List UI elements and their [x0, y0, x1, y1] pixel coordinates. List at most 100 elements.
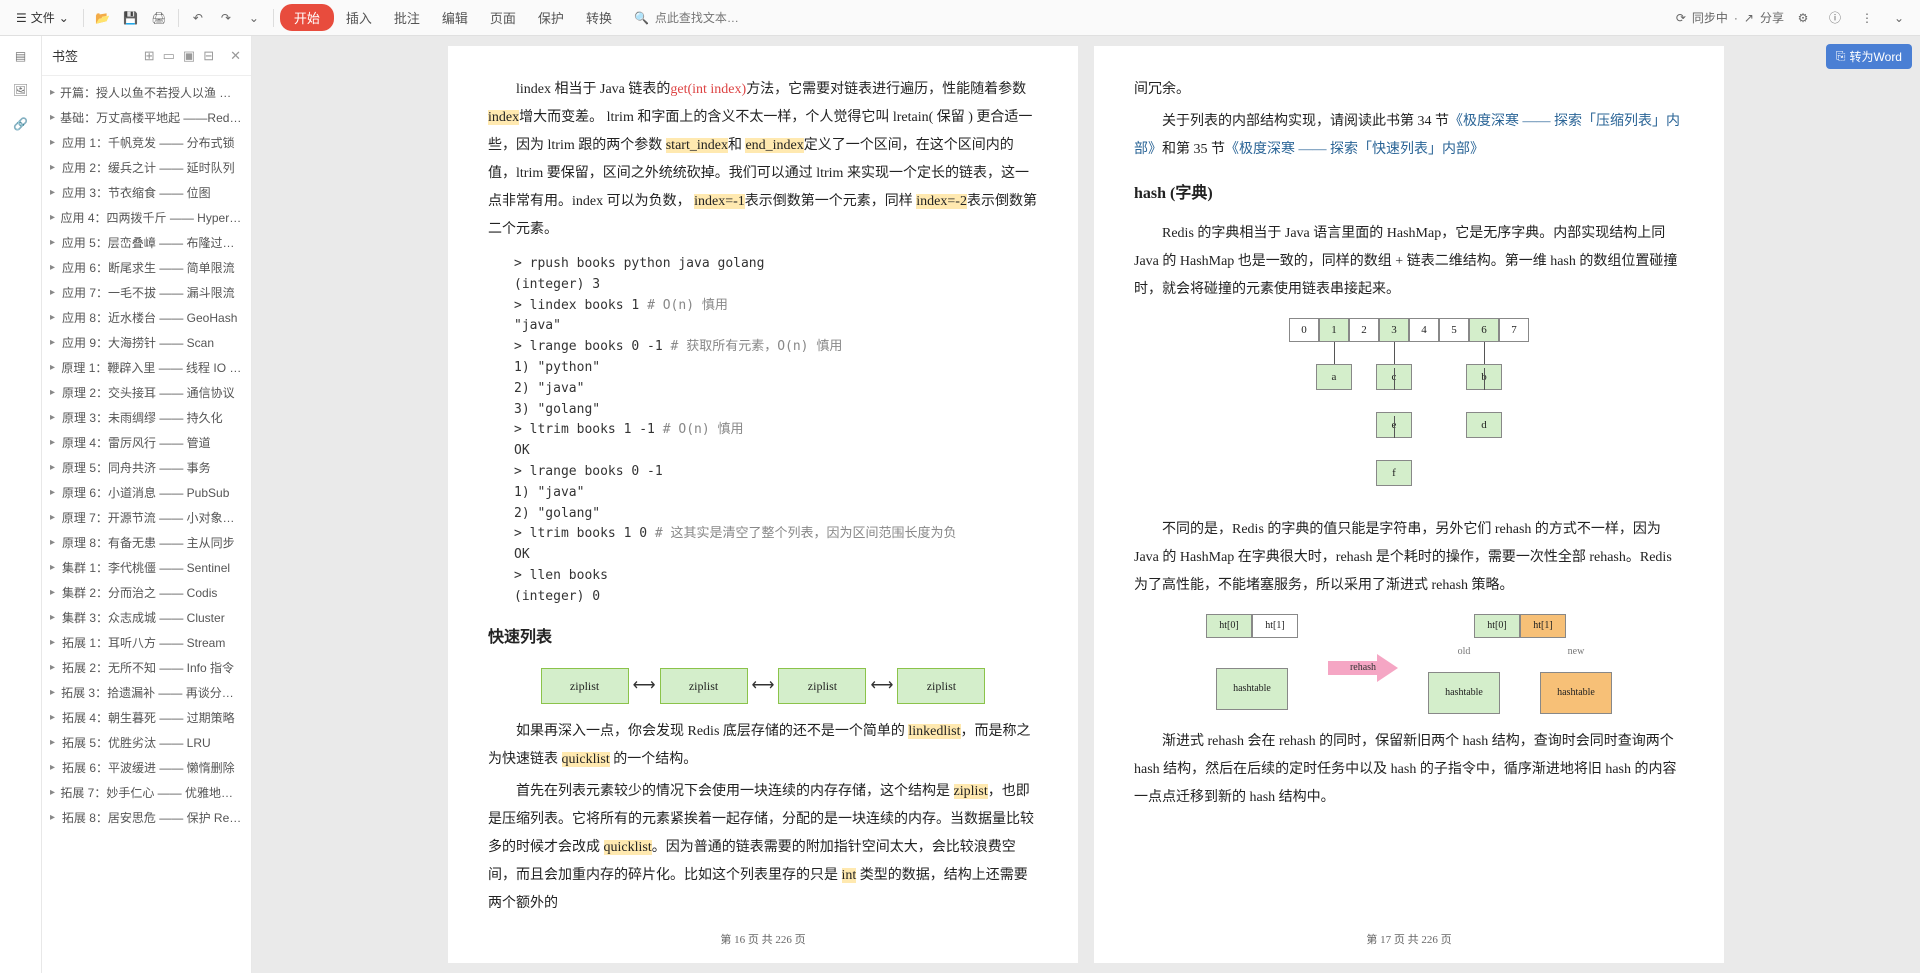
bookmark-item[interactable]: ▸拓展 6：平波缓进 —— 懒惰删除 — [42, 755, 251, 780]
file-label: 文件 — [31, 9, 55, 26]
ziplist-node: ziplist — [778, 668, 866, 704]
file-menu[interactable]: ☰ 文件 ⌄ — [8, 5, 77, 30]
bookmark-item[interactable]: ▸开篇：授人以鱼不若授人以渔 —— Red… — [42, 80, 251, 105]
main-toolbar: ☰ 文件 ⌄ 📂 💾 🖨 ↶ ↷ ⌄ 开始 插入 批注 编辑 页面 保护 转换 … — [0, 0, 1920, 36]
tab-convert[interactable]: 转换 — [576, 4, 622, 31]
tab-edit[interactable]: 编辑 — [432, 4, 478, 31]
print-icon[interactable]: 🖨 — [146, 5, 172, 31]
sidebar-icon-3[interactable]: ▣ — [183, 48, 195, 64]
paragraph: 不同的是，Redis 的字典的值只能是字符串，另外它们 rehash 的方式不一… — [1134, 516, 1684, 600]
bookmark-item[interactable]: ▸应用 7：一毛不拔 —— 漏斗限流 — [42, 280, 251, 305]
bookmark-item[interactable]: ▸应用 6：断尾求生 —— 简单限流 — [42, 255, 251, 280]
dropdown-icon[interactable]: ⌄ — [241, 5, 267, 31]
paragraph: 间冗余。 — [1134, 76, 1684, 104]
convert-to-word-button[interactable]: ⎘转为Word — [1826, 44, 1912, 69]
bookmark-list[interactable]: ▸开篇：授人以鱼不若授人以渔 —— Red…▸基础：万丈高楼平地起 ——Redi… — [42, 76, 251, 973]
page-16: lindex 相当于 Java 链表的get(int index)方法，它需要对… — [448, 46, 1078, 963]
paragraph: 如果再深入一点，你会发现 Redis 底层存储的还不是一个简单的 linkedl… — [488, 718, 1038, 774]
redo-icon[interactable]: ↷ — [213, 5, 239, 31]
bookmark-item[interactable]: ▸应用 1：千帆竞发 —— 分布式锁 — [42, 130, 251, 155]
bookmark-item[interactable]: ▸原理 7：开源节流 —— 小对象压缩 — [42, 505, 251, 530]
share-icon: ↗ — [1744, 11, 1754, 25]
arrow-icon: ⟷ — [870, 670, 893, 702]
ziplist-node: ziplist — [897, 668, 985, 704]
bookmark-item[interactable]: ▸集群 3：众志成城 —— Cluster — [42, 605, 251, 630]
bookmark-item[interactable]: ▸应用 4：四两拨千斤 —— HyperLogLog — [42, 205, 251, 230]
paragraph: 渐进式 rehash 会在 rehash 的同时，保留新旧两个 hash 结构，… — [1134, 728, 1684, 812]
gear-icon[interactable]: ⚙ — [1790, 5, 1816, 31]
search-input[interactable] — [655, 11, 775, 25]
bookmark-item[interactable]: ▸原理 8：有备无患 —— 主从同步 — [42, 530, 251, 555]
bookmark-item[interactable]: ▸拓展 1：耳听八方 —— Stream — [42, 630, 251, 655]
bookmark-item[interactable]: ▸基础：万丈高楼平地起 ——Redis 基础… — [42, 105, 251, 130]
sidebar-icon-2[interactable]: ▭ — [163, 48, 175, 64]
sync-icon: ⟳ — [1676, 11, 1686, 25]
chevron-down-icon: ⌄ — [59, 11, 69, 25]
bookmark-item[interactable]: ▸原理 2：交头接耳 —— 通信协议 — [42, 380, 251, 405]
link-rail-icon[interactable]: 🔗 — [11, 114, 31, 134]
menu-icon: ☰ — [16, 11, 27, 25]
bookmark-item[interactable]: ▸拓展 3：拾遗漏补 —— 再谈分布式锁 — [42, 680, 251, 705]
bookmark-item[interactable]: ▸原理 6：小道消息 —— PubSub — [42, 480, 251, 505]
bookmark-item[interactable]: ▸拓展 2：无所不知 —— Info 指令 — [42, 655, 251, 680]
tab-protect[interactable]: 保护 — [528, 4, 574, 31]
bookmark-rail-icon[interactable]: ▤ — [11, 46, 31, 66]
arrow-icon: ⟷ — [752, 670, 775, 702]
bookmark-item[interactable]: ▸应用 5：层峦叠嶂 —— 布隆过滤器 — [42, 230, 251, 255]
heading-fastlist: 快速列表 — [488, 622, 1038, 654]
arrow-icon: ⟷ — [633, 670, 656, 702]
word-icon: ⎘ — [1836, 49, 1846, 64]
paragraph: 首先在列表元素较少的情况下会使用一块连续的内存存储，这个结构是 ziplist，… — [488, 778, 1038, 918]
image-rail-icon[interactable]: 🖼 — [11, 80, 31, 100]
bookmark-item[interactable]: ▸拓展 4：朝生暮死 —— 过期策略 — [42, 705, 251, 730]
bookmark-item[interactable]: ▸集群 1：李代桃僵 —— Sentinel — [42, 555, 251, 580]
collapse-icon[interactable]: ⌄ — [1886, 5, 1912, 31]
tab-start[interactable]: 开始 — [280, 4, 334, 31]
bookmark-item[interactable]: ▸应用 3：节衣缩食 —— 位图 — [42, 180, 251, 205]
bookmark-item[interactable]: ▸拓展 5：优胜劣汰 —— LRU — [42, 730, 251, 755]
left-rail: ▤ 🖼 🔗 — [0, 36, 42, 973]
tab-page[interactable]: 页面 — [480, 4, 526, 31]
more-icon[interactable]: ⋮ — [1854, 5, 1880, 31]
bookmark-item[interactable]: ▸应用 2：缓兵之计 —— 延时队列 — [42, 155, 251, 180]
share-button[interactable]: ↗分享 — [1744, 9, 1784, 26]
page-17: 间冗余。 关于列表的内部结构实现，请阅读此书第 34 节《极度深寒 —— 探索「… — [1094, 46, 1724, 963]
tab-insert[interactable]: 插入 — [336, 4, 382, 31]
ziplist-node: ziplist — [660, 668, 748, 704]
open-icon[interactable]: 📂 — [90, 5, 116, 31]
bookmark-item[interactable]: ▸原理 3：未雨绸缪 —— 持久化 — [42, 405, 251, 430]
rehash-diagram: ht[0]ht[1] hashtable rehash ht[0]ht[1] o… — [1134, 614, 1684, 714]
bookmark-item[interactable]: ▸应用 8：近水楼台 —— GeoHash — [42, 305, 251, 330]
sidebar-title: 书签 — [52, 46, 144, 65]
search-box[interactable]: 🔍 — [634, 11, 775, 25]
rehash-arrow: rehash — [1328, 654, 1398, 682]
sidebar-icon-1[interactable]: ⊞ — [144, 48, 155, 64]
search-icon: 🔍 — [634, 11, 649, 25]
bookmark-sidebar: 书签 ⊞ ▭ ▣ ⊟ ✕ ▸开篇：授人以鱼不若授人以渔 —— Red…▸基础：万… — [42, 36, 252, 973]
bookmark-item[interactable]: ▸拓展 7：妙手仁心 —— 优雅地使用 Je… — [42, 780, 251, 805]
paragraph: lindex 相当于 Java 链表的get(int index)方法，它需要对… — [488, 76, 1038, 244]
bookmark-item[interactable]: ▸原理 4：雷厉风行 —— 管道 — [42, 430, 251, 455]
page-footer: 第 17 页 共 226 页 — [1094, 929, 1724, 951]
ziplist-diagram: ziplist ⟷ ziplist ⟷ ziplist ⟷ ziplist — [488, 668, 1038, 704]
info-icon[interactable]: ⓘ — [1822, 5, 1848, 31]
bookmark-item[interactable]: ▸拓展 8：居安思危 —— 保护 Redis — [42, 805, 251, 830]
paragraph: 关于列表的内部结构实现，请阅读此书第 34 节《极度深寒 —— 探索「压缩列表」… — [1134, 108, 1684, 164]
paragraph: Redis 的字典相当于 Java 语言里面的 HashMap，它是无序字典。内… — [1134, 220, 1684, 304]
ziplist-node: ziplist — [541, 668, 629, 704]
heading-hash: hash (字典) — [1134, 178, 1684, 210]
page-footer: 第 16 页 共 226 页 — [448, 929, 1078, 951]
sync-status[interactable]: ⟳同步中· — [1676, 9, 1738, 26]
bookmark-item[interactable]: ▸原理 1：鞭辟入里 —— 线程 IO 模型 — [42, 355, 251, 380]
bookmark-item[interactable]: ▸原理 5：同舟共济 —— 事务 — [42, 455, 251, 480]
code-block: > rpush books python java golang (intege… — [514, 254, 1038, 608]
tab-annotate[interactable]: 批注 — [384, 4, 430, 31]
save-icon[interactable]: 💾 — [118, 5, 144, 31]
bookmark-item[interactable]: ▸集群 2：分而治之 —— Codis — [42, 580, 251, 605]
undo-icon[interactable]: ↶ — [185, 5, 211, 31]
sidebar-close-icon[interactable]: ✕ — [230, 48, 241, 64]
document-viewport[interactable]: ⎘转为Word lindex 相当于 Java 链表的get(int index… — [252, 36, 1920, 973]
hashmap-diagram: 01234567 a cef bd — [1134, 318, 1684, 502]
bookmark-item[interactable]: ▸应用 9：大海捞针 —— Scan — [42, 330, 251, 355]
sidebar-icon-4[interactable]: ⊟ — [203, 48, 214, 64]
